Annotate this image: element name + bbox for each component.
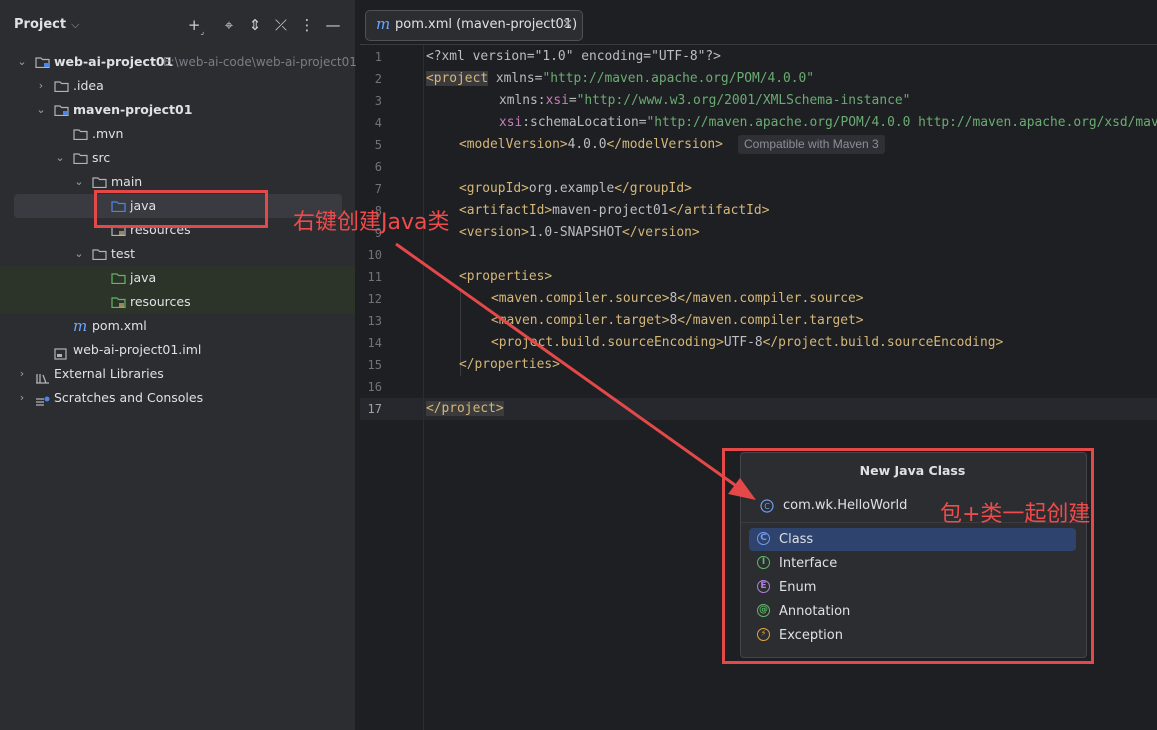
- annotation-arrow: [395, 242, 756, 500]
